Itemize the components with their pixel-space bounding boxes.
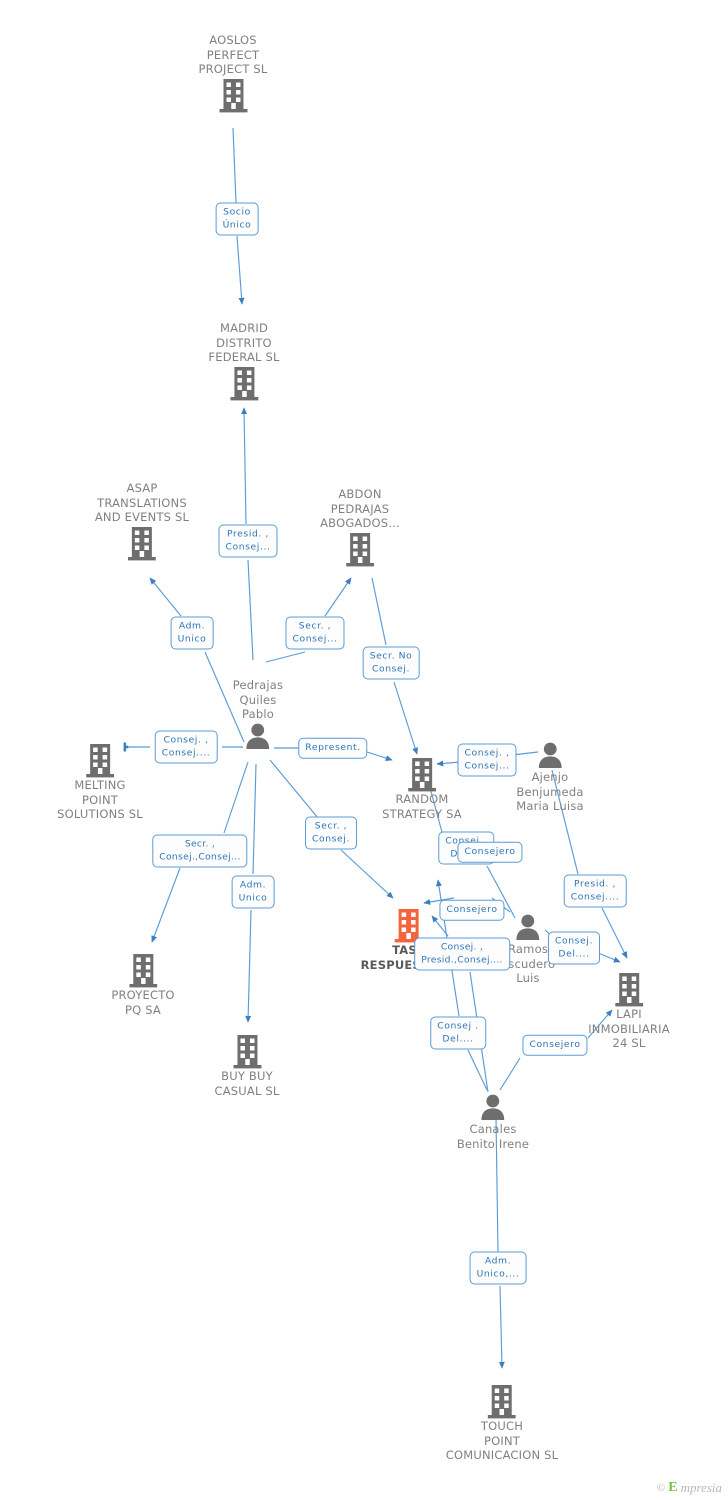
company-building-icon bbox=[128, 526, 156, 560]
node-label: LAPI INMOBILIARIA 24 SL bbox=[588, 1007, 670, 1050]
node-label: AOSLOS PERFECT PROJECT SL bbox=[198, 33, 268, 76]
company-building-icon bbox=[233, 1035, 261, 1069]
node-random-strategy-sa[interactable]: RANDOM STRATEGY SA bbox=[382, 756, 462, 821]
relation-tag-consejero-delegado-2[interactable]: Consej. Del.... bbox=[548, 931, 600, 965]
person-icon bbox=[516, 914, 540, 940]
brand-initial: E bbox=[668, 1480, 678, 1495]
diagram-canvas: AOSLOS PERFECT PROJECT SL MADRID DISTRITO FE… bbox=[0, 0, 728, 1500]
node-buy-buy-casual-sl[interactable]: BUY BUY CASUAL SL bbox=[214, 1033, 279, 1098]
company-building-icon bbox=[408, 758, 436, 792]
empresia-watermark: © E mpresia bbox=[657, 1480, 722, 1496]
relation-tag-administrador-unico-3[interactable]: Adm. Unico,... bbox=[469, 1251, 527, 1285]
relation-tag-secretario-consejero-consejero[interactable]: Secr. , Consej.,Consej... bbox=[152, 834, 248, 868]
company-building-icon bbox=[488, 1385, 516, 1419]
node-aoslos-perfect-project-sl[interactable]: AOSLOS PERFECT PROJECT SL bbox=[198, 33, 267, 113]
node-melting-point-solutions-sl[interactable]: MELTING POINT SOLUTIONS SL bbox=[57, 742, 143, 822]
node-label: Pedrajas Quiles Pablo bbox=[232, 678, 284, 721]
relation-tag-consejero-delegado-3[interactable]: Consej . Del.... bbox=[430, 1016, 486, 1050]
relation-tag-consejero-consejero[interactable]: Consej. , Consej.... bbox=[154, 730, 218, 764]
node-label: MADRID DISTRITO FEDERAL SL bbox=[208, 321, 280, 364]
person-icon bbox=[481, 1094, 505, 1120]
company-building-icon bbox=[219, 78, 247, 112]
relation-tag-consejero-2[interactable]: Consejero bbox=[439, 899, 505, 921]
relation-tag-consejero-consejero-2[interactable]: Consej. , Consej... bbox=[457, 743, 517, 777]
node-touch-point-comunicacion-sl[interactable]: TOUCH POINT COMUNICACION SL bbox=[446, 1383, 559, 1463]
relation-tag-consejero-3[interactable]: Consejero bbox=[522, 1034, 588, 1056]
relation-tag-administrador-unico[interactable]: Adm. Unico bbox=[170, 616, 214, 650]
company-building-icon bbox=[614, 973, 643, 1007]
relation-tag-presidente-consejero-2[interactable]: Presid. , Consej.... bbox=[563, 874, 627, 908]
node-label: MELTING POINT SOLUTIONS SL bbox=[57, 778, 143, 821]
relation-tag-socio-unico[interactable]: Socio Único bbox=[215, 202, 259, 236]
company-building-icon bbox=[128, 954, 157, 988]
relation-tag-secretario-consejero[interactable]: Secr. , Consej... bbox=[285, 616, 345, 650]
node-label: PROYECTO PQ SA bbox=[111, 988, 175, 1017]
relation-tag-consejero-presidente-consejero[interactable]: Consej. , Presid.,Consej.... bbox=[414, 937, 510, 971]
node-asap-translations-and-events-sl[interactable]: ASAP TRANSLATIONS AND EVENTS SL bbox=[95, 481, 189, 561]
relation-tag-administrador-unico-2[interactable]: Adm. Unico bbox=[231, 875, 275, 909]
node-label: Canales Benito Irene bbox=[456, 1122, 530, 1151]
node-label: ASAP TRANSLATIONS AND EVENTS SL bbox=[94, 481, 190, 524]
node-label: BUY BUY CASUAL SL bbox=[214, 1069, 280, 1098]
node-label: Ajenjo Benjumeda Maria Luisa bbox=[516, 770, 584, 813]
company-building-icon bbox=[345, 532, 374, 566]
node-proyecto-pq-sa[interactable]: PROYECTO PQ SA bbox=[111, 952, 174, 1017]
node-canales-benito-irene[interactable]: Canales Benito Irene bbox=[457, 1093, 529, 1151]
relation-tag-representante[interactable]: Represent. bbox=[298, 737, 368, 759]
relation-tag-consejero-1[interactable]: Consejero bbox=[457, 841, 523, 863]
copyright-symbol: © bbox=[656, 1482, 666, 1494]
node-ajenjo-benjumeda-maria-luisa[interactable]: Ajenjo Benjumeda Maria Luisa bbox=[516, 741, 584, 814]
company-building-icon bbox=[229, 366, 258, 400]
node-lapi-inmobiliaria-24-sl[interactable]: LAPI INMOBILIARIA 24 SL bbox=[588, 971, 670, 1051]
node-pedrajas-quiles-pablo[interactable]: Pedrajas Quiles Pablo bbox=[233, 678, 284, 751]
brand-name: mpresia bbox=[680, 1480, 722, 1495]
node-madrid-distrito-federal-sl[interactable]: MADRID DISTRITO FEDERAL SL bbox=[208, 321, 279, 401]
person-icon bbox=[246, 723, 270, 749]
relation-tag-secretario-no-consejero[interactable]: Secr. No Consej. bbox=[362, 646, 420, 680]
relation-tag-secretario-consejero-2[interactable]: Secr. , Consej. bbox=[305, 816, 357, 850]
person-icon bbox=[538, 742, 562, 768]
node-label: TOUCH POINT COMUNICACION SL bbox=[445, 1419, 559, 1462]
company-building-icon bbox=[86, 744, 114, 778]
relation-tag-presidente-consejero[interactable]: Presid. , Consej... bbox=[218, 524, 278, 558]
node-label: RANDOM STRATEGY SA bbox=[382, 792, 462, 821]
node-label: ABDON PEDRAJAS ABOGADOS... bbox=[320, 487, 400, 530]
node-abdon-pedrajas-abogados[interactable]: ABDON PEDRAJAS ABOGADOS... bbox=[320, 487, 400, 567]
